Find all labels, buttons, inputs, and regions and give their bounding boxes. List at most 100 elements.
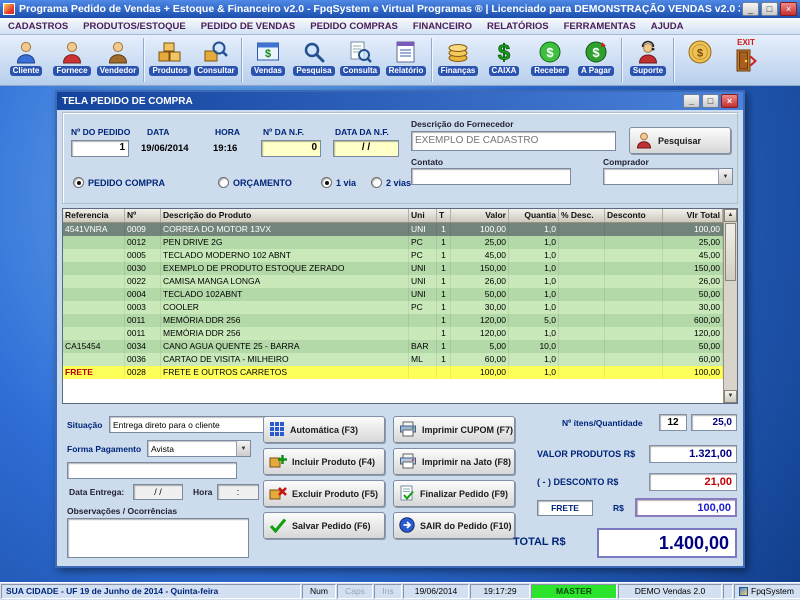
- data-entrega-input[interactable]: / /: [133, 484, 183, 500]
- header-cell[interactable]: Descrição do Produto: [161, 209, 409, 222]
- excluir-produto-button[interactable]: Excluir Produto (F5): [263, 480, 385, 507]
- scroll-up-icon[interactable]: ▲: [724, 209, 737, 222]
- toolbar-button-produtos[interactable]: Produtos: [147, 37, 193, 84]
- product-boxes-icon: [157, 38, 183, 65]
- toolbar-button-consultar[interactable]: Consultar: [193, 37, 239, 84]
- nf-input[interactable]: 0: [261, 140, 321, 157]
- imprimir-cupom-button[interactable]: Imprimir CUPOM (F7): [393, 416, 515, 443]
- pesquisar-button[interactable]: Pesquisar: [629, 127, 731, 154]
- radio-pedido-compra[interactable]: PEDIDO COMPRA: [73, 177, 165, 188]
- menu-pedido-compras[interactable]: PEDIDO COMPRAS: [310, 21, 398, 32]
- close-button[interactable]: ×: [780, 2, 797, 16]
- header-cell[interactable]: T: [437, 209, 451, 222]
- toolbar-button-exit[interactable]: EXIT: [723, 37, 769, 84]
- radio-orcamento[interactable]: ORÇAMENTO: [218, 177, 292, 188]
- scroll-down-icon[interactable]: ▼: [724, 390, 737, 403]
- scrollbar-thumb[interactable]: [725, 223, 736, 281]
- salvar-pedido-button[interactable]: Salvar Pedido (F6): [263, 512, 385, 539]
- child-minimize-button[interactable]: _: [683, 94, 700, 108]
- menu-pedido-vendas[interactable]: PEDIDO DE VENDAS: [201, 21, 296, 32]
- header-cell[interactable]: Uni: [409, 209, 437, 222]
- toolbar-button-relatorio[interactable]: Relatório: [383, 37, 429, 84]
- table-row[interactable]: 0011MEMÓRIA DDR 2561120,005,0600,00: [63, 314, 737, 327]
- toolbar-button-fornecedor[interactable]: Fornece: [49, 37, 95, 84]
- toolbar-button-consulta[interactable]: Consulta: [337, 37, 383, 84]
- document-search-icon: [348, 38, 372, 65]
- pedido-input[interactable]: 1: [71, 140, 129, 157]
- data-nf-input[interactable]: / /: [333, 140, 399, 157]
- table-row[interactable]: 0011MEMÓRIA DDR 2561120,001,0120,00: [63, 327, 737, 340]
- table-row[interactable]: CA154540034CANO AGUA QUENTE 25 - BARRABA…: [63, 340, 737, 353]
- child-title-bar[interactable]: TELA PEDIDO DE COMPRA _ □ ×: [57, 92, 743, 110]
- hora-entrega-input[interactable]: :: [217, 484, 259, 500]
- cell: ML: [409, 353, 437, 366]
- radio-1-via[interactable]: 1 via: [321, 177, 356, 188]
- header-cell[interactable]: Nº: [125, 209, 161, 222]
- toolbar-button-vendedor[interactable]: Vendedor: [95, 37, 141, 84]
- table-row[interactable]: 0012PEN DRIVE 2GPC125,001,025,00: [63, 236, 737, 249]
- maximize-button[interactable]: □: [761, 2, 778, 16]
- observacoes-textarea[interactable]: [67, 518, 249, 558]
- child-close-button[interactable]: ×: [721, 94, 738, 108]
- toolbar-label: Pesquisa: [293, 66, 334, 76]
- table-row[interactable]: 0005TECLADO MODERNO 102 ABNTPC145,001,04…: [63, 249, 737, 262]
- toolbar-button-receber[interactable]: $ Receber: [527, 37, 573, 84]
- table-row[interactable]: 0030EXEMPLO DE PRODUTO ESTOQUE ZERADOUNI…: [63, 262, 737, 275]
- finalizar-pedido-button[interactable]: Finalizar Pedido (F9): [393, 480, 515, 507]
- toolbar-button-caixa[interactable]: $ CAIXA: [481, 37, 527, 84]
- forma-pagamento-select[interactable]: Avista ▼: [147, 440, 251, 457]
- situacao-select[interactable]: Entrega direto para o cliente ▼: [109, 416, 281, 433]
- automatica-button[interactable]: Automática (F3): [263, 416, 385, 443]
- table-row-frete[interactable]: FRETE0028FRETE E OUTROS CARRETOS100,001,…: [63, 366, 737, 379]
- toolbar-button-financas[interactable]: Finanças: [435, 37, 481, 84]
- header-cell[interactable]: % Desc.: [559, 209, 605, 222]
- header-cell[interactable]: Valor: [451, 209, 509, 222]
- cell: 1: [437, 223, 451, 236]
- header-cell[interactable]: Quantia: [509, 209, 559, 222]
- cell: 60,00: [451, 353, 509, 366]
- table-row[interactable]: 0022CAMISA MANGA LONGAUNI126,001,026,00: [63, 275, 737, 288]
- sair-pedido-button[interactable]: SAIR do Pedido (F10): [393, 512, 515, 539]
- comprador-select[interactable]: ▼: [603, 168, 733, 185]
- menu-cadastros[interactable]: CADASTROS: [8, 21, 68, 32]
- svg-text:$: $: [592, 45, 600, 60]
- pagamento-extra-input[interactable]: [67, 462, 237, 479]
- table-row[interactable]: 4541VNRA0009CORREA DO MOTOR 13VXUNI1100,…: [63, 223, 737, 236]
- minimize-button[interactable]: _: [742, 2, 759, 16]
- menu-produtos-estoque[interactable]: PRODUTOS/ESTOQUE: [83, 21, 186, 32]
- cell: [559, 340, 605, 353]
- menu-financeiro[interactable]: FINANCEIRO: [413, 21, 472, 32]
- cell: 150,00: [451, 262, 509, 275]
- fpqsystem-icon: [739, 587, 748, 596]
- table-row[interactable]: 0004TECLADO 102ABNTUNI150,001,050,00: [63, 288, 737, 301]
- cell: [559, 327, 605, 340]
- cell: [605, 275, 663, 288]
- title-bar[interactable]: Programa Pedido de Vendas + Estoque & Fi…: [0, 0, 800, 18]
- child-maximize-button[interactable]: □: [702, 94, 719, 108]
- header-cell[interactable]: Vlr Total: [663, 209, 723, 222]
- table-row[interactable]: 0003COOLERPC130,001,030,00: [63, 301, 737, 314]
- table-scrollbar[interactable]: ▲ ▼: [723, 209, 737, 403]
- toolbar-button-pesquisa[interactable]: Pesquisa: [291, 37, 337, 84]
- fornecedor-input[interactable]: EXEMPLO DE CADASTRO: [411, 131, 616, 151]
- table-row[interactable]: 0036CARTAO DE VISITA - MILHEIROML160,001…: [63, 353, 737, 366]
- cell: [605, 236, 663, 249]
- header-cell[interactable]: Desconto: [605, 209, 663, 222]
- hora-value: 19:16: [213, 143, 237, 154]
- menu-relatorios[interactable]: RELATÓRIOS: [487, 21, 549, 32]
- incluir-produto-button[interactable]: Incluir Produto (F4): [263, 448, 385, 475]
- toolbar-button-cliente[interactable]: Cliente: [3, 37, 49, 84]
- menu-ajuda[interactable]: AJUDA: [651, 21, 684, 32]
- radio-2-vias[interactable]: 2 vias: [371, 177, 411, 188]
- header-cell[interactable]: Referencia: [63, 209, 125, 222]
- cell: 4541VNRA: [63, 223, 125, 236]
- imprimir-jato-button[interactable]: Imprimir na Jato (F8): [393, 448, 515, 475]
- toolbar-button-a-pagar[interactable]: $ A Pagar: [573, 37, 619, 84]
- cell: CANO AGUA QUENTE 25 - BARRA: [161, 340, 409, 353]
- toolbar-button-suporte[interactable]: Suporte: [625, 37, 671, 84]
- menu-ferramentas[interactable]: FERRAMENTAS: [564, 21, 636, 32]
- cell: 1,0: [509, 288, 559, 301]
- contato-input[interactable]: [411, 168, 571, 185]
- toolbar-button-vendas[interactable]: $ Vendas: [245, 37, 291, 84]
- toolbar-button-moeda[interactable]: $: [677, 37, 723, 84]
